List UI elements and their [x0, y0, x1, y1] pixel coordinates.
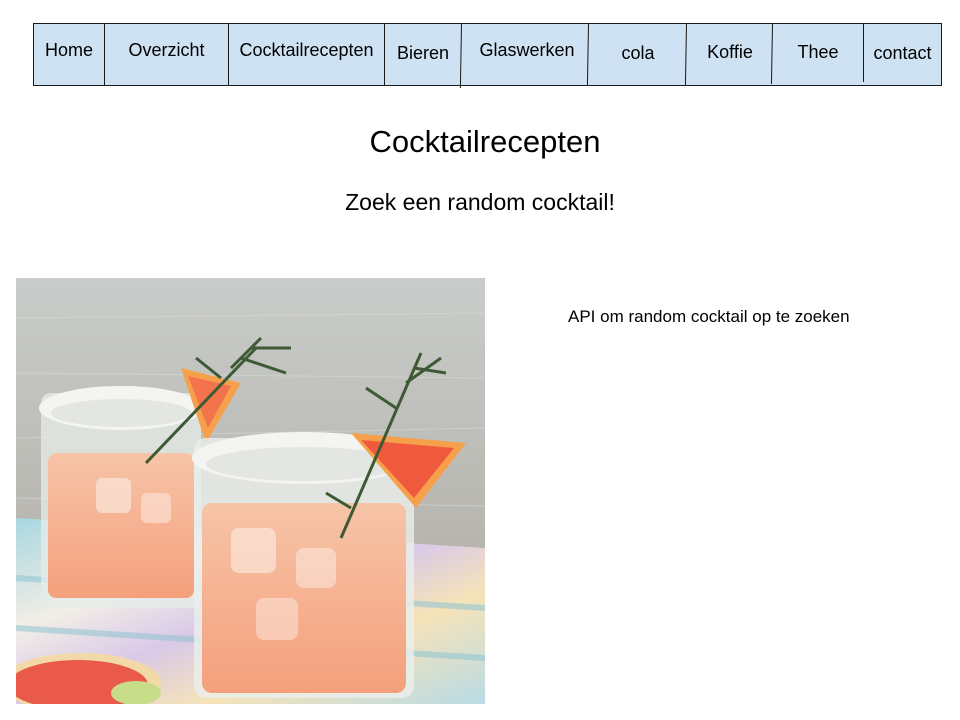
nav-item-koffie[interactable]: Koffie: [687, 22, 773, 83]
page-title: Cocktailrecepten: [369, 124, 601, 159]
api-note: API om random cocktail op te zoeken: [568, 307, 850, 326]
page: Home Overzicht Cocktailrecepten Bieren G…: [0, 0, 960, 720]
nav-item-bieren[interactable]: Bieren: [385, 23, 461, 84]
nav-item-cocktailrecepten[interactable]: Cocktailrecepten: [229, 20, 384, 81]
nav-item-contact[interactable]: contact: [864, 23, 941, 84]
page-subtitle: Zoek een random cocktail!: [345, 189, 615, 215]
nav-item-home[interactable]: Home: [34, 20, 104, 81]
nav-bar: Home Overzicht Cocktailrecepten Bieren G…: [33, 20, 942, 88]
nav-item-thee[interactable]: Thee: [773, 22, 863, 83]
cocktail-image: [16, 278, 485, 704]
nav-item-glaswerken[interactable]: Glaswerken: [462, 20, 592, 81]
nav-item-cola[interactable]: cola: [589, 23, 687, 84]
nav-item-overzicht[interactable]: Overzicht: [105, 20, 228, 81]
